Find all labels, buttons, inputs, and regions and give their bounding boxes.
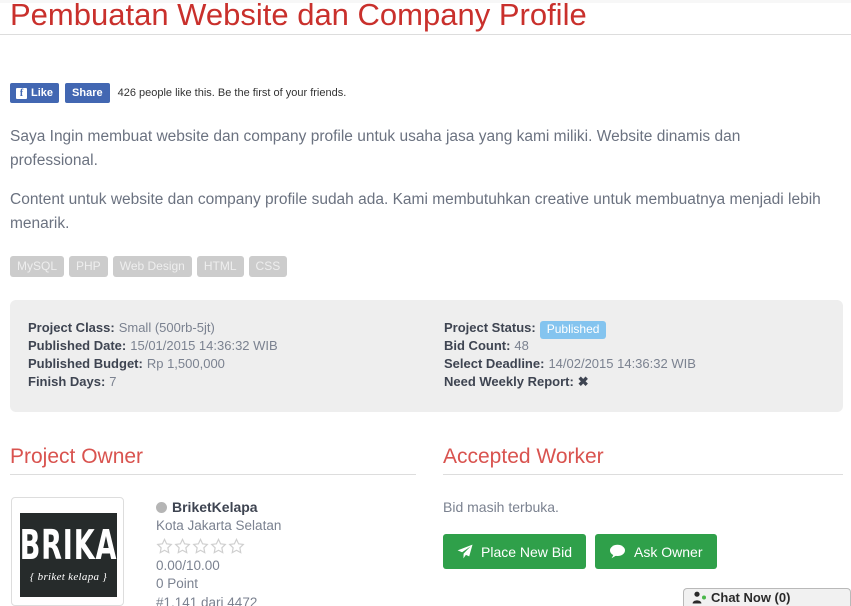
ask-owner-button[interactable]: Ask Owner [595,534,717,569]
project-info-left-column: Project Class: Small (500rb-5jt) Publish… [28,319,278,391]
published-date-label: Published Date: [28,338,127,353]
place-new-bid-button[interactable]: Place New Bid [443,534,587,569]
need-weekly-report-label: Need Weekly Report: [444,374,574,389]
owner-rating-stars [156,537,416,556]
owner-logo-wordmark: BRIKA [19,519,118,569]
status-badge: Published [539,321,607,339]
project-class-label: Project Class: [28,320,115,335]
online-status-dot-icon [156,502,167,513]
skill-tag[interactable]: MySQL [10,256,65,277]
published-budget-value: Rp 1,500,000 [146,356,225,371]
published-date-row: Published Date: 15/01/2015 14:36:32 WIB [28,337,278,355]
owner-details: BriketKelapa Kota Jakarta Selatan 0.00/1… [156,498,416,606]
accepted-worker-heading: Accepted Worker [443,445,604,468]
star-icon [210,537,227,555]
owner-logo-subtitle: { briket kelapa } [29,570,108,583]
skill-tag-list: MySQL PHP Web Design HTML CSS [10,256,288,277]
skill-tag[interactable]: HTML [196,256,244,277]
owner-username[interactable]: BriketKelapa [172,498,258,517]
project-owner-divider [10,474,416,475]
owner-location: Kota Jakarta Selatan [156,518,282,533]
cross-mark-icon: ✖ [577,374,589,389]
facebook-like-label: Like [31,86,54,99]
owner-avatar[interactable]: BRIKA { briket kelapa } [11,497,124,606]
select-deadline-row: Select Deadline: 14/02/2015 14:36:32 WIB [444,355,696,373]
place-new-bid-label: Place New Bid [481,543,573,560]
facebook-like-button[interactable]: f Like [10,83,60,103]
project-status-label: Project Status: [444,320,536,335]
bid-action-buttons: Place New Bid Ask Owner [443,534,717,569]
project-owner-heading: Project Owner [10,445,144,468]
skill-tag[interactable]: Web Design [112,256,192,277]
skill-tag[interactable]: PHP [69,256,108,277]
user-online-icon [692,591,706,604]
bid-count-value: 48 [514,338,529,353]
published-date-value: 15/01/2015 14:36:32 WIB [130,338,278,353]
star-icon [228,537,245,555]
chat-now-widget[interactable]: Chat Now (0) [683,588,851,606]
facebook-share-button[interactable]: Share [65,83,110,103]
facebook-f-icon: f [16,87,27,99]
comment-bubble-icon [609,544,626,559]
project-description-paragraph-1: Saya Ingin membuat website dan company p… [10,128,741,169]
project-description-paragraph-2: Content untuk website dan company profil… [10,191,821,232]
owner-rank-value: #1,141 dari 4472 [156,594,258,606]
need-weekly-report-row: Need Weekly Report: ✖ [444,373,696,391]
project-detail-page: Pembuatan Website dan Company Profile f … [0,0,851,606]
published-budget-row: Published Budget: Rp 1,500,000 [28,355,278,373]
project-status-row: Project Status: Published [444,319,696,339]
published-budget-label: Published Budget: [28,356,143,371]
finish-days-value: 7 [109,374,117,389]
title-divider [0,34,851,35]
page-title: Pembuatan Website dan Company Profile [10,0,587,32]
bid-status-text: Bid masih terbuka. [443,499,559,515]
paper-plane-icon [457,544,473,559]
owner-point-value: 0 Point [156,576,199,591]
finish-days-label: Finish Days: [28,374,106,389]
select-deadline-value: 14/02/2015 14:36:32 WIB [548,356,696,371]
star-icon [192,537,209,555]
select-deadline-label: Select Deadline: [444,356,545,371]
facebook-like-count-text: 426 people like this. Be the first of yo… [117,87,347,99]
facebook-share-label: Share [72,86,103,99]
bid-count-label: Bid Count: [444,338,511,353]
project-info-right-column: Project Status: Published Bid Count: 48 … [444,319,696,391]
finish-days-row: Finish Days: 7 [28,373,278,391]
skill-tag[interactable]: CSS [248,256,288,277]
owner-name-row: BriketKelapa [156,498,416,517]
owner-rating-value: 0.00/10.00 [156,557,220,573]
chat-now-label: Chat Now (0) [711,589,791,605]
project-class-value: Small (500rb-5jt) [118,320,215,335]
ask-owner-label: Ask Owner [634,543,703,560]
accepted-worker-divider [443,474,843,475]
project-info-panel: Project Class: Small (500rb-5jt) Publish… [10,300,843,412]
bid-count-row: Bid Count: 48 [444,337,696,355]
owner-logo-image: BRIKA { briket kelapa } [20,513,117,597]
star-icon [156,537,173,555]
star-icon [174,537,191,555]
project-class-row: Project Class: Small (500rb-5jt) [28,319,278,337]
facebook-social-bar: f Like Share 426 people like this. Be th… [10,83,346,103]
